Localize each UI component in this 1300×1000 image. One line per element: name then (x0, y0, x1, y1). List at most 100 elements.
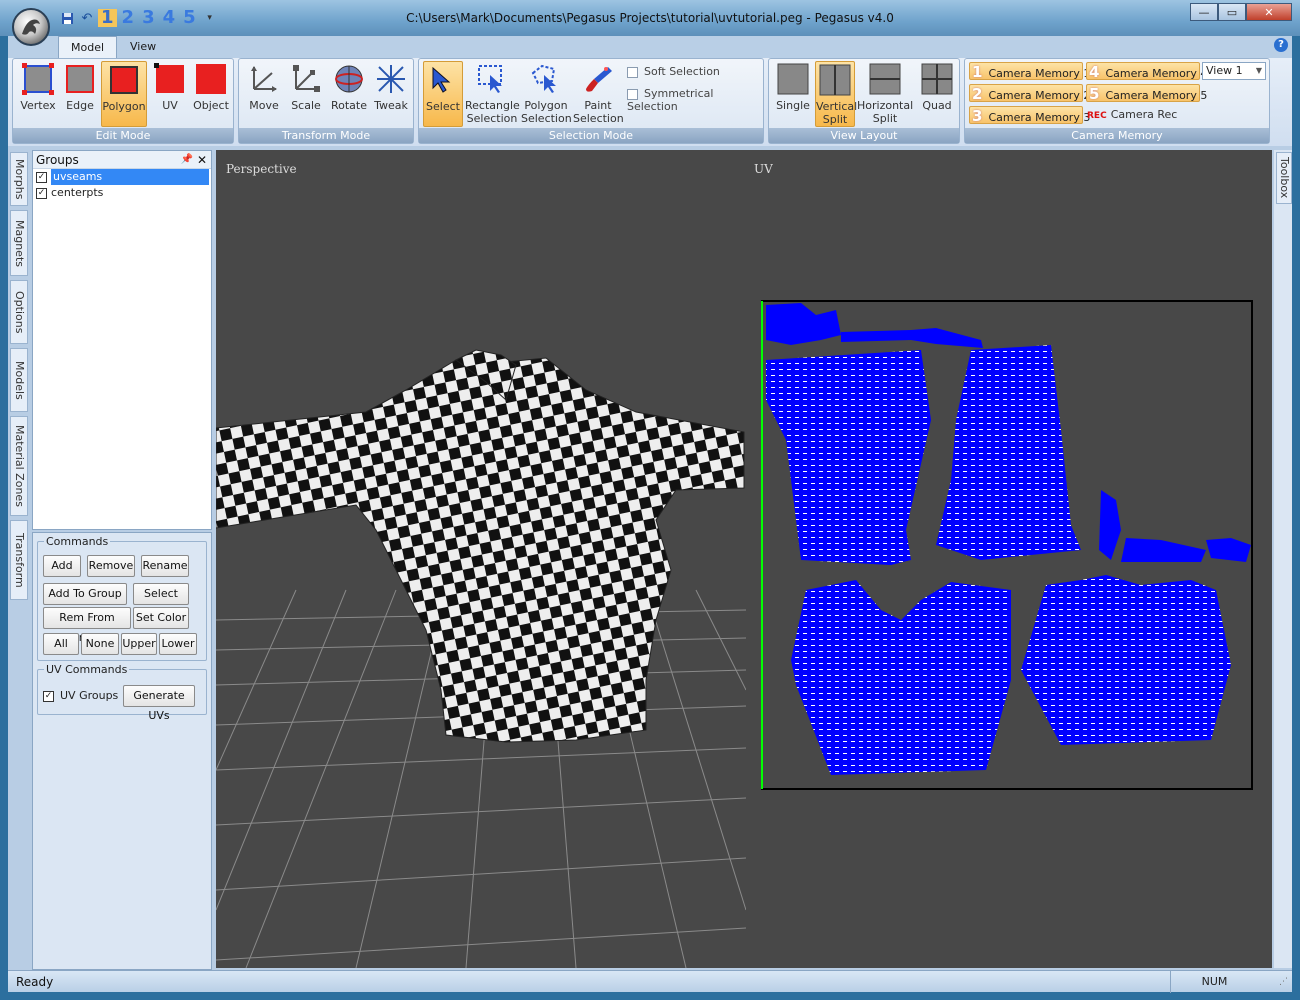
tab-models[interactable]: Models (10, 348, 28, 412)
object-button[interactable]: Object (191, 61, 231, 112)
group-item-uvseams[interactable]: ✓ uvseams (36, 169, 211, 185)
maximize-button[interactable]: ▭ (1218, 3, 1246, 21)
viewport[interactable]: Perspective UV (216, 150, 1272, 968)
paint-selection-button[interactable]: Paint Selection (573, 61, 624, 125)
checkbox-checked-icon[interactable]: ✓ (36, 171, 47, 183)
camera-memory-3-button[interactable]: 3 Camera Memory 3 (969, 106, 1090, 125)
rectangle-label-2: Selection (466, 112, 518, 125)
uv-view-label: UV (754, 162, 773, 176)
minimize-button[interactable]: — (1190, 3, 1218, 21)
camera-memory-label: Camera Memory (965, 128, 1269, 143)
tab-options[interactable]: Options (10, 280, 28, 344)
camera-memory-2-button[interactable]: 2 Camera Memory 2 (969, 84, 1090, 103)
rem-from-group-button[interactable]: Rem From Group (43, 607, 131, 644)
uv-view[interactable] (761, 300, 1256, 792)
polygon-button[interactable]: Polygon (101, 61, 147, 127)
polygon-selection-icon (530, 63, 562, 95)
transform-mode-group: Move Scale Rotate Tweak Transform Mode (238, 58, 414, 144)
uv-groups-checkbox[interactable]: ✓ UV Groups (43, 689, 118, 702)
tab-view[interactable]: View (118, 36, 168, 58)
none-button[interactable]: None (81, 633, 119, 655)
camera-memory-4-button[interactable]: 4 Camera Memory 4 (1086, 62, 1207, 81)
paint-brush-icon (582, 63, 614, 95)
resize-grip-icon[interactable]: ⋰ (1279, 977, 1288, 987)
edge-icon (64, 63, 96, 95)
quad-label: Quad (922, 99, 952, 112)
close-panel-icon[interactable]: ✕ (197, 151, 207, 169)
rotate-icon (333, 63, 365, 95)
checkbox-checked-icon[interactable]: ✓ (36, 187, 47, 199)
tab-model[interactable]: Model (58, 36, 118, 58)
chevron-down-icon: ▼ (1255, 66, 1262, 75)
rec-icon: REC (1087, 111, 1107, 121)
help-icon[interactable]: ? (1274, 38, 1288, 52)
close-button[interactable]: ✕ (1246, 3, 1292, 21)
view-select-dropdown[interactable]: View 1 ▼ (1202, 62, 1266, 80)
horizontal-split-button[interactable]: Horizontal Split (857, 61, 913, 125)
perspective-view[interactable] (216, 150, 746, 968)
quad-layout-icon (921, 63, 953, 95)
move-button[interactable]: Move (243, 61, 285, 112)
main-area: Morphs Magnets Options Models Material Z… (8, 146, 1292, 970)
select-group-button[interactable]: Select (133, 583, 189, 605)
camera-rec-button[interactable]: REC Camera Rec (1087, 106, 1177, 124)
tweak-button[interactable]: Tweak (371, 61, 411, 112)
commands-panel: Commands Add Remove Rename Add To Group … (32, 532, 212, 970)
generate-uvs-button[interactable]: Generate UVs (123, 685, 195, 722)
add-button[interactable]: Add (43, 555, 81, 577)
camera-memory-5-button[interactable]: 5 Camera Memory 5 (1086, 84, 1207, 103)
app-menu-orb[interactable] (12, 8, 50, 46)
rename-button[interactable]: Rename (141, 555, 189, 577)
soft-selection-checkbox[interactable]: Soft Selection (627, 65, 720, 78)
group-item-centerpts[interactable]: ✓ centerpts (36, 185, 211, 201)
soft-selection-box[interactable] (627, 66, 638, 78)
symmetrical-selection-checkbox[interactable]: Symmetrical Selection (627, 87, 763, 113)
status-bar: Ready NUM ⋰ (8, 970, 1292, 993)
remove-button[interactable]: Remove (87, 555, 135, 577)
upper-button[interactable]: Upper (121, 633, 157, 655)
groups-header: Groups 📌 ✕ (33, 151, 211, 169)
edit-mode-label: Edit Mode (13, 128, 233, 143)
set-color-button[interactable]: Set Color (133, 607, 189, 629)
single-layout-button[interactable]: Single (773, 61, 813, 112)
selection-mode-label: Selection Mode (419, 128, 763, 143)
lower-button[interactable]: Lower (159, 633, 197, 655)
rectangle-selection-button[interactable]: Rectangle Selection (465, 61, 520, 125)
vertex-button[interactable]: Vertex (17, 61, 59, 112)
right-side-strip (1274, 150, 1292, 968)
window-controls: — ▭ ✕ (1190, 3, 1292, 21)
camera-memory-1-button[interactable]: 1 Camera Memory 1 (969, 62, 1090, 81)
ribbon: Vertex Edge Polygon UV Object Edit Mode … (8, 58, 1292, 146)
polygon-selection-button[interactable]: Polygon Selection (521, 61, 572, 125)
add-to-group-button[interactable]: Add To Group (43, 583, 127, 605)
tab-magnets[interactable]: Magnets (10, 210, 28, 276)
horizontal-label-1: Horizontal (857, 99, 914, 112)
uv-button[interactable]: UV (151, 61, 189, 112)
scale-button[interactable]: Scale (285, 61, 327, 112)
polygon-label: Polygon (102, 100, 146, 113)
title-bar: ↶ 1 2 3 4 5 ▾ C:\Users\Mark\Documents\Pe… (0, 0, 1300, 46)
single-label: Single (776, 99, 810, 112)
tab-transform[interactable]: Transform (10, 520, 28, 600)
rectangle-selection-icon (476, 63, 508, 95)
vertical-label-2: Split (822, 113, 848, 126)
vertical-split-button[interactable]: Vertical Split (815, 61, 857, 127)
object-label: Object (193, 99, 229, 112)
soft-selection-label: Soft Selection (644, 65, 720, 78)
scale-icon (290, 63, 322, 95)
rotate-button[interactable]: Rotate (327, 61, 371, 112)
vertex-label: Vertex (20, 99, 56, 112)
all-button[interactable]: All (43, 633, 79, 655)
symmetrical-selection-box[interactable] (627, 88, 638, 100)
tab-morphs[interactable]: Morphs (10, 152, 28, 206)
quad-layout-button[interactable]: Quad (917, 61, 957, 112)
polygon-icon (108, 64, 140, 96)
view-layout-group: Single Vertical Split Horizontal Split Q… (768, 58, 960, 144)
single-layout-icon (777, 63, 809, 95)
tab-material-zones[interactable]: Material Zones (10, 416, 28, 516)
select-button[interactable]: Select (423, 61, 463, 127)
checkbox-checked-icon[interactable]: ✓ (43, 690, 54, 702)
pin-icon[interactable]: 📌 (181, 151, 193, 169)
edge-button[interactable]: Edge (61, 61, 99, 112)
tab-toolbox[interactable]: Toolbox (1276, 152, 1292, 204)
